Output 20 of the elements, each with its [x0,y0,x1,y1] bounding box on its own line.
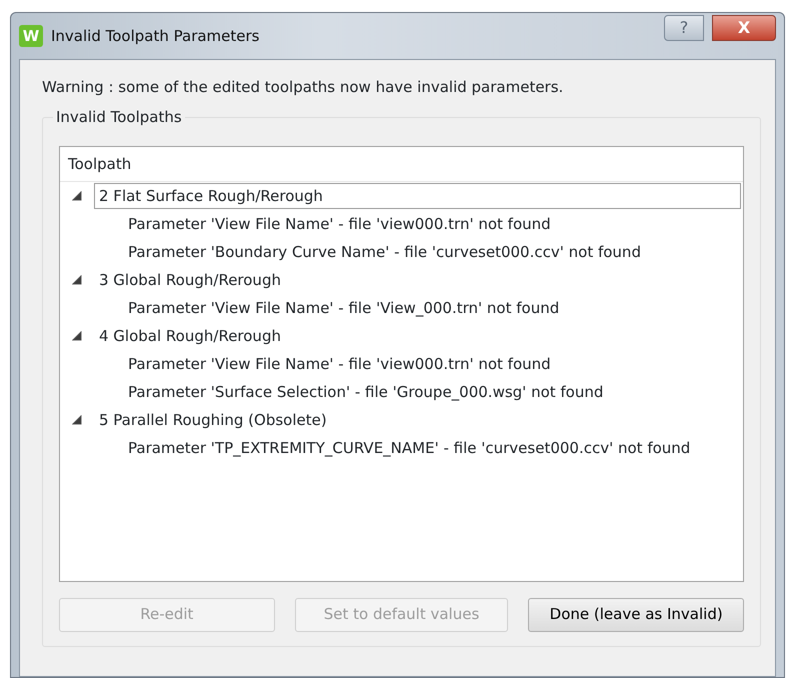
tree-item[interactable]: 5 Parallel Roughing (Obsolete) [94,406,741,434]
column-header[interactable]: Toolpath [60,146,743,182]
tree-item[interactable]: Parameter 'Surface Selection' - file 'Groupe_000.wsg' not found [128,380,604,404]
warning-message: Warning : some of the edited toolpaths now have invalid parameters. [42,77,564,98]
collapse-triangle-icon[interactable] [72,275,82,285]
tree-item[interactable]: Parameter 'Boundary Curve Name' - file 'curveset000.ccv' not found [128,240,641,264]
app-icon: W [19,25,43,47]
collapse-triangle-icon[interactable] [72,331,82,341]
help-button[interactable]: ? [664,15,704,41]
tree-item[interactable]: 4 Global Rough/Rerough [94,322,741,350]
tree-item[interactable]: 3 Global Rough/Rerough [94,266,741,294]
tree-item[interactable]: Parameter 'View File Name' - file 'View_000.trn' not found [128,296,560,320]
collapse-triangle-icon[interactable] [72,415,82,425]
tree-item[interactable]: Parameter 'View File Name' - file 'view000.trn' not found [128,212,551,236]
window-title: Invalid Toolpath Parameters [51,26,260,47]
tree-item[interactable]: Parameter 'View File Name' - file 'view000.trn' not found [128,352,551,376]
collapse-triangle-icon[interactable] [72,191,82,201]
tree-item[interactable]: Parameter 'TP_EXTREMITY_CURVE_NAME' - file 'curveset000.ccv' not found [128,436,690,460]
dialog-button[interactable]: Done (leave as Invalid) [528,598,744,632]
tree-item[interactable]: 2 Flat Surface Rough/Rerough [94,182,741,210]
